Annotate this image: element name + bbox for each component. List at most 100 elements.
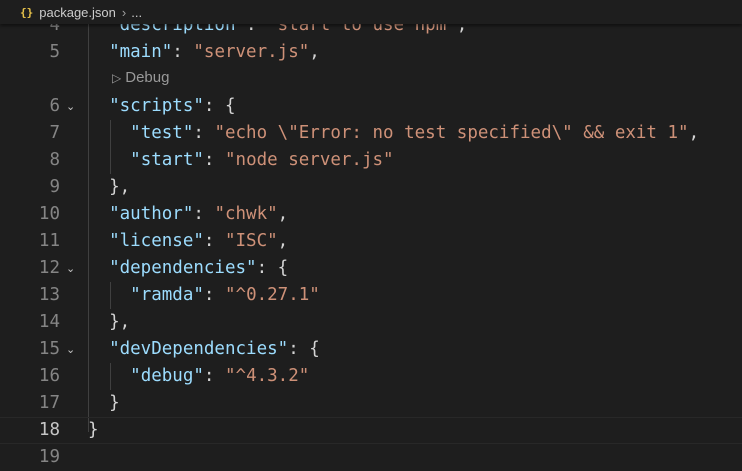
- json-punctuation: :: [288, 339, 310, 359]
- breadcrumb: {} package.json › ...: [0, 0, 742, 24]
- code-line[interactable]: 12 ⌄ "dependencies": {: [0, 255, 742, 282]
- json-value: "chwk": [214, 204, 278, 224]
- chevron-right-icon: ›: [121, 4, 127, 20]
- json-value: "ISC": [224, 231, 278, 251]
- line-number: 9: [49, 177, 60, 197]
- json-value: "node server.js": [225, 150, 394, 170]
- code-text: },: [88, 174, 130, 201]
- code-line[interactable]: 5 "main": "server.js",: [0, 39, 742, 66]
- code-line[interactable]: 16 "debug": "^4.3.2": [0, 363, 742, 390]
- code-line[interactable]: 6 ⌄ "scripts": {: [0, 93, 742, 120]
- json-punctuation: {: [309, 339, 320, 359]
- json-punctuation: [88, 42, 109, 62]
- json-key: "author": [109, 204, 194, 224]
- json-punctuation: [88, 258, 109, 278]
- breadcrumb-more[interactable]: ...: [131, 5, 142, 20]
- json-punctuation: ,: [688, 123, 700, 143]
- json-punctuation: }: [109, 393, 120, 413]
- line-number: 7: [49, 123, 60, 143]
- line-number: 16: [38, 366, 60, 386]
- json-punctuation: [88, 177, 109, 197]
- json-key: "dependencies": [109, 258, 257, 278]
- line-number: 8: [49, 150, 60, 170]
- json-key: "devDependencies": [109, 339, 289, 359]
- json-punctuation: [88, 366, 130, 386]
- json-punctuation: {: [277, 258, 289, 278]
- code-line[interactable]: 14 },: [0, 309, 742, 336]
- json-key: "scripts": [109, 96, 204, 116]
- code-text: "devDependencies": {: [88, 336, 320, 363]
- fold-chevron-icon[interactable]: ⌄: [66, 93, 75, 120]
- code-text: },: [88, 309, 130, 336]
- json-value: "echo \"Error: no test specified\" && ex…: [214, 123, 689, 143]
- code-line[interactable]: 17 }: [0, 390, 742, 417]
- debug-codelens[interactable]: ▷ Debug: [112, 66, 169, 90]
- breadcrumb-file[interactable]: package.json: [39, 5, 116, 20]
- code-line[interactable]: 19: [0, 444, 742, 471]
- line-number: 19: [38, 447, 60, 467]
- code-text: "debug": "^4.3.2": [88, 363, 309, 390]
- debug-codelens-label: Debug: [125, 69, 170, 86]
- code-line[interactable]: 11 "license": "ISC",: [0, 228, 742, 255]
- json-punctuation: [88, 96, 109, 116]
- json-punctuation: ,: [277, 204, 289, 224]
- code-line[interactable]: 13 "ramda": "^0.27.1": [0, 282, 742, 309]
- code-editor[interactable]: ▷ Debug 4 "description": "start to use np…: [0, 0, 742, 467]
- line-number: 10: [38, 204, 60, 224]
- code-text: "main": "server.js",: [88, 39, 320, 66]
- json-punctuation: :: [193, 204, 215, 224]
- json-punctuation: [88, 123, 130, 143]
- json-punctuation: [88, 339, 109, 359]
- code-text: "license": "ISC",: [88, 228, 288, 255]
- code-line[interactable]: 18}: [0, 417, 742, 444]
- json-punctuation: [88, 150, 130, 170]
- code-text: }: [88, 390, 120, 417]
- json-value: "^0.27.1": [225, 285, 320, 305]
- json-punctuation: :: [256, 258, 278, 278]
- json-key: "debug": [130, 366, 204, 386]
- json-punctuation: ,: [309, 42, 320, 62]
- line-number: 17: [38, 393, 60, 413]
- code-text: "ramda": "^0.27.1": [88, 282, 320, 309]
- json-punctuation: },: [109, 177, 131, 197]
- line-number: 11: [38, 231, 60, 251]
- code-text: }: [88, 418, 99, 443]
- fold-chevron-icon[interactable]: ⌄: [66, 336, 75, 363]
- code-line[interactable]: 15 ⌄ "devDependencies": {: [0, 336, 742, 363]
- json-punctuation: [88, 231, 109, 251]
- line-number: 14: [38, 312, 60, 332]
- line-number: 6: [49, 96, 60, 116]
- json-punctuation: :: [203, 285, 225, 305]
- json-value: "^4.3.2": [225, 366, 310, 386]
- json-punctuation: :: [203, 366, 225, 386]
- json-punctuation: [88, 393, 109, 413]
- json-file-icon: {}: [20, 5, 34, 19]
- code-line[interactable]: 8 "start": "node server.js": [0, 147, 742, 174]
- json-key: "ramda": [130, 285, 204, 305]
- json-punctuation: ,: [277, 231, 289, 251]
- code-line[interactable]: 10 "author": "chwk",: [0, 201, 742, 228]
- json-key: "test": [130, 123, 194, 143]
- json-key: "main": [109, 42, 173, 62]
- line-number: 15: [38, 339, 60, 359]
- json-punctuation: [88, 204, 109, 224]
- json-key: "start": [130, 150, 204, 170]
- json-punctuation: :: [172, 42, 194, 62]
- code-text: "start": "node server.js": [88, 147, 394, 174]
- code-text: "scripts": {: [88, 93, 236, 120]
- line-number: 5: [49, 42, 60, 62]
- json-value: "server.js": [193, 42, 310, 62]
- line-number: 13: [38, 285, 60, 305]
- fold-chevron-icon[interactable]: ⌄: [66, 255, 75, 282]
- json-punctuation: :: [203, 96, 225, 116]
- code-line[interactable]: 9 },: [0, 174, 742, 201]
- json-punctuation: [88, 312, 109, 332]
- code-line[interactable]: 7 "test": "echo \"Error: no test specifi…: [0, 120, 742, 147]
- json-punctuation: {: [224, 96, 236, 116]
- play-outline-icon: ▷: [112, 71, 122, 85]
- json-punctuation: },: [109, 312, 131, 332]
- json-punctuation: [88, 285, 130, 305]
- code-text: "author": "chwk",: [88, 201, 288, 228]
- code-text: "test": "echo \"Error: no test specified…: [88, 120, 699, 147]
- json-punctuation: }: [88, 420, 99, 440]
